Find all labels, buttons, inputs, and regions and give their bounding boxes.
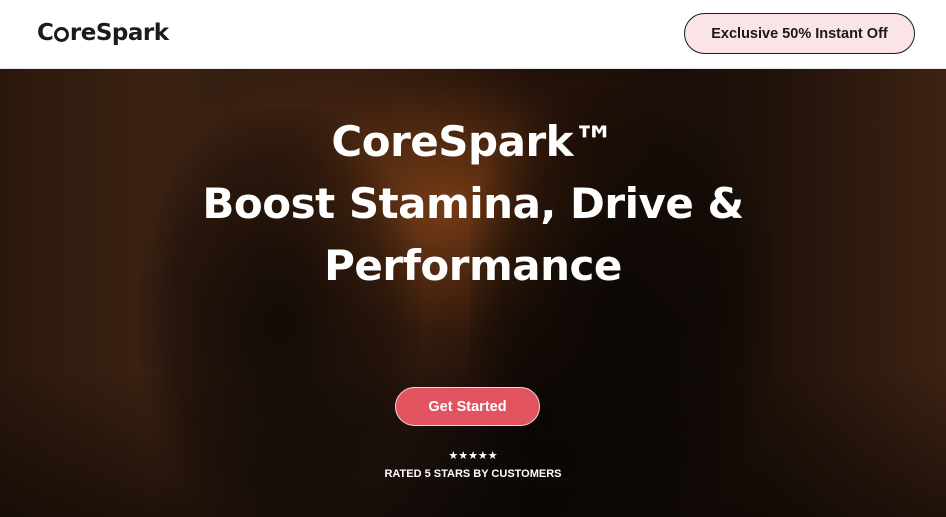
hero-title-line-1: CoreSpark™ xyxy=(331,117,615,166)
site-header: C reSpark Exclusive 50% Instant Off xyxy=(0,0,946,69)
hero-title: CoreSpark™ Boost Stamina, Drive & Perfor… xyxy=(0,111,946,297)
hero-section: CoreSpark™ Boost Stamina, Drive & Perfor… xyxy=(0,69,946,517)
logo-letter-c: C xyxy=(37,20,54,46)
rating-text: RATED 5 STARS BY CUSTOMERS xyxy=(384,468,562,480)
get-started-button[interactable]: Get Started xyxy=(395,387,540,426)
hero-title-line-2: Boost Stamina, Drive & xyxy=(202,179,744,228)
exclusive-offer-button[interactable]: Exclusive 50% Instant Off xyxy=(684,13,915,54)
rating-stars-icon: ★★★★★ xyxy=(448,449,498,462)
logo-ring-icon xyxy=(54,27,70,42)
logo-text: reSpark xyxy=(69,20,169,46)
hero-title-line-3: Performance xyxy=(324,241,622,290)
corespark-logo[interactable]: C reSpark xyxy=(37,18,169,48)
